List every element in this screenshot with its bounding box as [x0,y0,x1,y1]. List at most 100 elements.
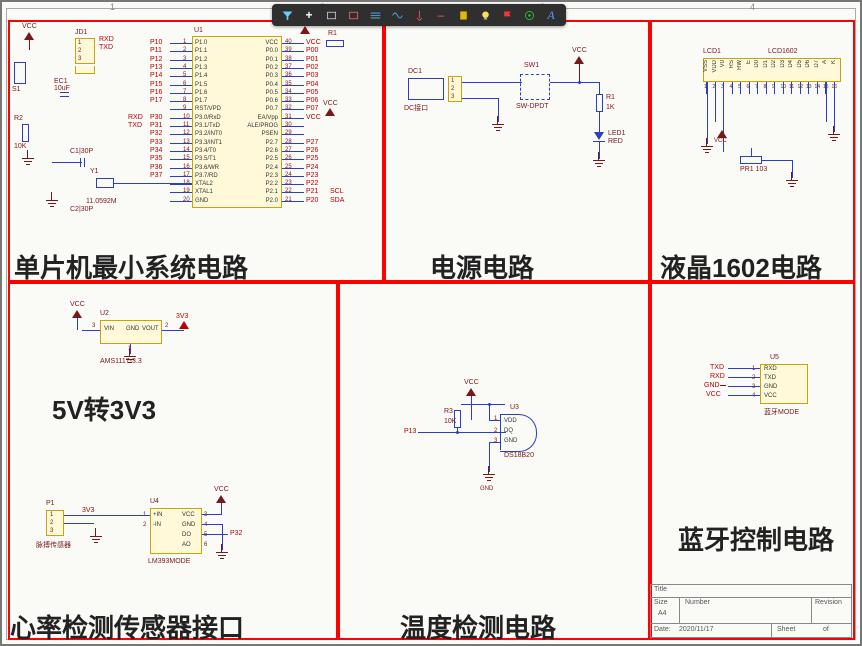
mcu-lnet-6: P16 [150,89,162,96]
sw-body [520,74,550,100]
mcu-lpin-10: P3.1/TxD [195,123,220,129]
tool-chip[interactable] [452,4,474,26]
u4-vcc-lbl: VCC [214,486,229,493]
tb-sizev: A4 [658,610,667,617]
lcd-pin-6: D0 [754,60,760,68]
lcd-pin-4: RW [737,60,743,70]
lcd-stub-9 [783,82,784,94]
u4-wgnd [202,524,222,525]
title-bt: 蓝牙控制电路 [678,520,834,557]
u4-rpin-3: AO [182,542,191,548]
lcd-stub-13 [817,82,818,94]
s1-sw [14,62,26,84]
lcd-pin-10: D4 [788,60,794,68]
u3-vdd: VDD [504,418,517,424]
title-power: 电源电路 [430,248,534,285]
r2-val: 10K [14,143,26,150]
p1-w1 [64,515,110,516]
tool-neg[interactable]: – [430,4,452,26]
u5-w2 [728,377,760,378]
mcu-lnum-15: 16 [183,164,190,170]
temp-vddw2 [489,404,490,420]
mcu-lnet-4: P14 [150,72,162,79]
tool-text[interactable]: A [540,4,562,26]
tool-add[interactable]: + [298,4,320,26]
u5-txd: TXD [710,364,724,371]
lcd-stub-4 [740,82,741,94]
u2-vcc [72,310,82,318]
temp-vddw3 [471,404,489,405]
title-temp: 温度检测电路 [400,608,556,645]
vcc-arrow-1 [24,32,34,40]
lcd-stub-7 [766,82,767,94]
tool-lamp[interactable] [474,4,496,26]
mcu-lnum-16: 17 [183,172,190,178]
mcu-rnet-12: P27 [306,139,318,146]
tb-number: Number [685,599,710,606]
u5-num-3: 4 [752,393,755,399]
temp-vcc-lbl: VCC [464,379,479,386]
ec1-a [60,92,69,93]
tool-wave[interactable] [386,4,408,26]
jd1-ref: JD1 [75,29,87,36]
jd1-p1: 1 [78,40,81,46]
toolbar: + – A [272,4,566,26]
mcu-rnet-3: P02 [306,64,318,71]
u4-ref: U4 [150,498,159,505]
lcd-pin-5: E [746,60,752,64]
w-dc-gnd2 [498,98,499,122]
mcu-rnet-17: P22 [306,180,318,187]
mcu-lpin-5: P1.5 [195,82,207,88]
mcu-lpin-9: P3.0/RxD [195,115,221,121]
lcd-pin-1: VDD [712,60,718,73]
tool-net[interactable] [518,4,540,26]
tb-size: Size [654,599,668,606]
lcd-stub-5 [749,82,750,94]
lcd-stub-8 [774,82,775,94]
pwr-r1-ref: R1 [606,94,615,101]
tool-probe[interactable] [408,4,430,26]
pr1-wiper [751,148,752,156]
title-mcu: 单片机最小系统电路 [14,248,248,285]
mcu-lw-10 [170,126,192,127]
c1b [84,158,85,167]
u5-num-2: 3 [752,384,755,390]
mcu-rpin-2: P0.1 [266,57,278,63]
mcu-lnum-8: 9 [183,105,186,111]
p1-body [46,510,64,536]
mcu-rw-15 [282,168,304,169]
u4-rnum-0: 3 [204,512,207,518]
mcu-lnum-1: 2 [183,47,186,53]
mcu-rnet-2: P01 [306,56,318,63]
tool-flag[interactable] [496,4,518,26]
mcu-lnum-2: 3 [183,56,186,62]
u4-lnum-1: 2 [143,522,146,528]
tool-lines[interactable] [364,4,386,26]
lcd-part: LCD1602 [768,48,798,55]
mcu-lpin-6: P1.6 [195,90,207,96]
u5-pin-2: GND [764,384,777,390]
mcu-lnum-5: 6 [183,81,186,87]
p1-1: 1 [50,512,53,518]
ec1-lbl: EC110uF [54,78,70,92]
p1-2: 2 [50,520,53,526]
mcu-lw-9 [170,118,192,119]
vcc-stem-1 [29,40,30,50]
lcd-pin-9: D3 [780,60,786,68]
mcu-rnum-9: 31 [285,114,292,120]
mcu-rpin-17: P2.2 [266,181,278,187]
u3-gnd: GND [504,438,517,444]
tool-rect2[interactable] [342,4,364,26]
mcu-lw-2 [170,60,192,61]
mcu-lnum-0: 1 [183,39,186,45]
u4-rpin-1: GND [182,522,195,528]
tool-filter[interactable] [276,4,298,26]
mcu-lpin-18: XTAL1 [195,189,213,195]
u5-w3 [728,386,760,387]
jd1-txd: TXD [99,44,113,51]
tool-rect[interactable] [320,4,342,26]
lcd-stub-10 [791,82,792,94]
mcu-lpin-16: P3.7/RD [195,173,218,179]
u5-pin-0: RXD [764,366,777,372]
mcu-rnum-11: 29 [285,130,292,136]
